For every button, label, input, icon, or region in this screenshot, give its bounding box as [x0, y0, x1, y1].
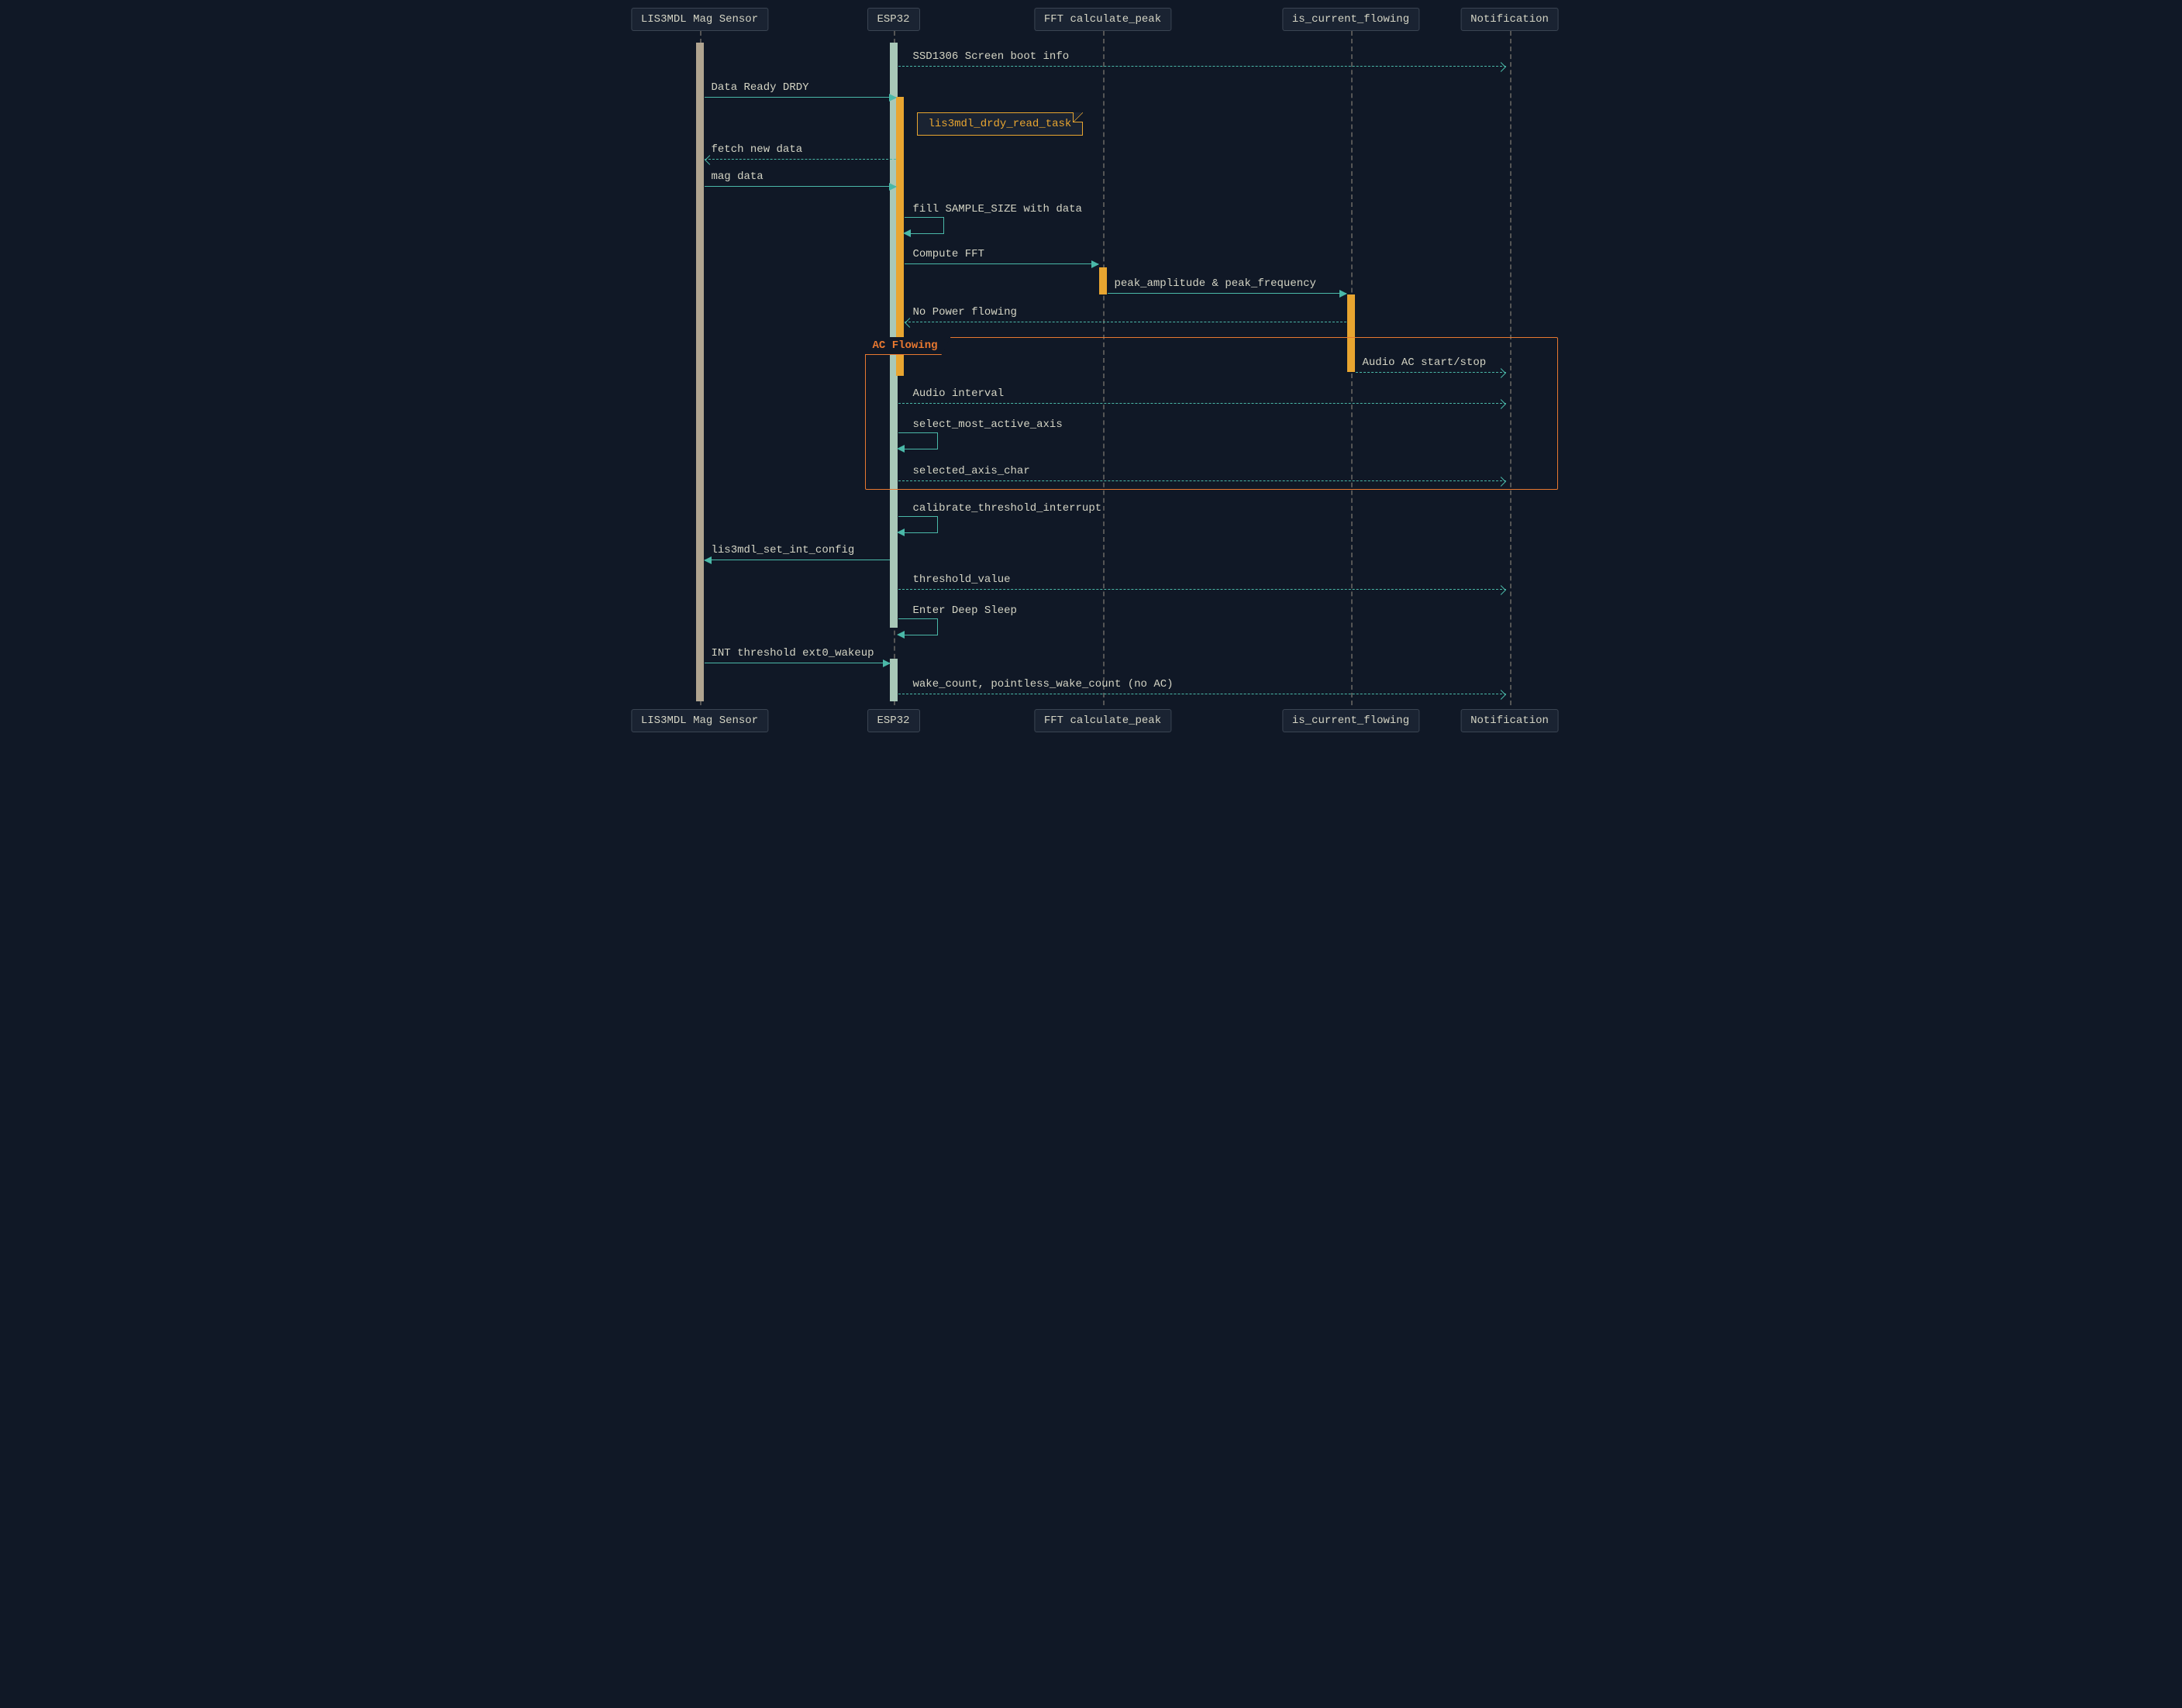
arrow-audio-int — [898, 403, 1506, 405]
msg-peak: peak_amplitude & peak_frequency — [1115, 277, 1316, 290]
alt-label: AC Flowing — [865, 337, 951, 355]
msg-axis-char: selected_axis_char — [913, 465, 1030, 477]
arrow-fill — [905, 217, 944, 234]
msg-fft: Compute FFT — [913, 248, 984, 260]
activation-fft — [1099, 267, 1107, 294]
participant-notif-bottom: Notification — [1460, 709, 1559, 732]
participant-sensor-top: LIS3MDL Mag Sensor — [631, 8, 768, 31]
sequence-diagram: LIS3MDL Mag Sensor ESP32 FFT calculate_p… — [619, 0, 1564, 740]
arrow-wakecount — [898, 694, 1506, 695]
participant-current-top: is_current_flowing — [1282, 8, 1419, 31]
participant-sensor-bottom: LIS3MDL Mag Sensor — [631, 709, 768, 732]
arrow-select-axis — [898, 432, 938, 449]
arrow-sleep — [898, 618, 938, 635]
msg-drdy: Data Ready DRDY — [712, 81, 809, 94]
arrow-peak — [1108, 293, 1346, 294]
msg-audio-int: Audio interval — [913, 387, 1005, 400]
arrow-calibrate — [898, 516, 938, 533]
arrow-magdata — [705, 186, 896, 188]
activation-esp32-wake — [890, 659, 898, 701]
note-task: lis3mdl_drdy_read_task — [917, 112, 1084, 136]
arrow-wakeup — [705, 663, 890, 664]
msg-select-axis: select_most_active_axis — [913, 418, 1063, 431]
msg-audio-ac: Audio AC start/stop — [1363, 356, 1487, 369]
participant-current-bottom: is_current_flowing — [1282, 709, 1419, 732]
participant-fft-top: FFT calculate_peak — [1034, 8, 1171, 31]
msg-wakeup: INT threshold ext0_wakeup — [712, 647, 874, 659]
arrow-nopower — [905, 322, 1346, 323]
msg-calibrate: calibrate_threshold_interrupt — [913, 502, 1102, 515]
msg-fetch: fetch new data — [712, 143, 803, 156]
arrow-audio-ac — [1356, 372, 1506, 374]
participant-notif-top: Notification — [1460, 8, 1559, 31]
msg-threshold: threshold_value — [913, 573, 1011, 586]
participant-fft-bottom: FFT calculate_peak — [1034, 709, 1171, 732]
arrow-threshold — [898, 589, 1506, 591]
arrow-set-int — [705, 560, 890, 561]
msg-fill: fill SAMPLE_SIZE with data — [913, 203, 1082, 215]
msg-set-int: lis3mdl_set_int_config — [712, 544, 855, 556]
msg-ssd1306: SSD1306 Screen boot info — [913, 50, 1070, 63]
msg-wakecount: wake_count, pointless_wake_count (no AC) — [913, 678, 1174, 690]
arrow-fft — [905, 263, 1098, 265]
arrow-fetch — [705, 159, 896, 160]
participant-esp32-bottom: ESP32 — [867, 709, 919, 732]
arrow-ssd1306 — [898, 66, 1506, 67]
arrow-drdy — [705, 97, 896, 98]
msg-sleep: Enter Deep Sleep — [913, 604, 1017, 617]
activation-sensor — [696, 43, 704, 701]
participant-esp32-top: ESP32 — [867, 8, 919, 31]
arrow-axis-char — [898, 480, 1506, 482]
msg-magdata: mag data — [712, 170, 764, 183]
msg-nopower: No Power flowing — [913, 306, 1017, 319]
